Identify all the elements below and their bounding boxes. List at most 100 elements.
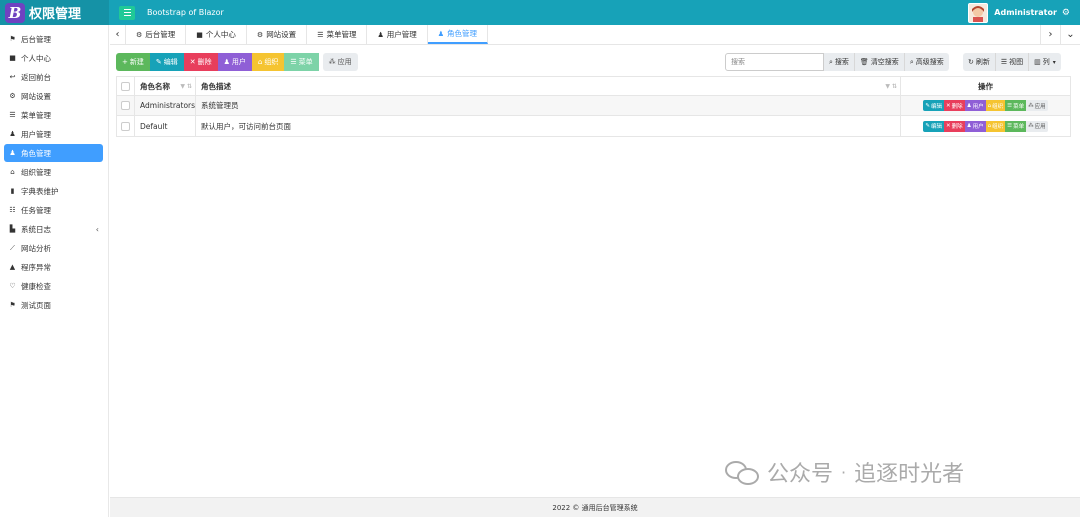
tab-scroll-left-button[interactable]: ‹ xyxy=(110,25,126,44)
sidebar-item-users[interactable]: ♟ 用户管理 xyxy=(4,125,103,143)
search-button[interactable]: ⌕ 搜索 xyxy=(824,53,855,71)
column-header-name[interactable]: 角色名称 ▼ ⇅ xyxy=(135,77,196,95)
row-delete-button[interactable]: ✕ 删除 xyxy=(944,100,965,111)
menu-toggle-button[interactable] xyxy=(119,5,135,20)
row-user-button[interactable]: ♟ 用户 xyxy=(964,100,986,111)
avatar-icon xyxy=(969,3,988,22)
assign-group-button[interactable]: ⌂ 组织 xyxy=(251,53,285,71)
tab-users[interactable]: ♟ 用户管理 xyxy=(367,25,428,44)
filter-icon[interactable]: ▼ xyxy=(885,83,890,90)
edit-icon: ✎ xyxy=(925,102,931,109)
avatar[interactable] xyxy=(968,2,989,23)
watermark: 公众号 · 追逐时光者 xyxy=(723,456,964,488)
filter-icon[interactable]: ▼ xyxy=(180,83,185,90)
row-group-button[interactable]: ⌂ 组织 xyxy=(985,120,1006,132)
sidebar-item-dashboard[interactable]: ⚑ 后台管理 xyxy=(4,30,103,48)
sidebar-item-frontend[interactable]: ↩ 返回前台 xyxy=(4,68,103,86)
row-menu-button[interactable]: ☰ 菜单 xyxy=(1005,100,1027,111)
warning-icon: ▲ xyxy=(9,263,16,271)
line-chart-icon: ⟋ xyxy=(10,243,15,252)
column-header-desc[interactable]: 角色描述 ▼ ⇅ xyxy=(196,77,901,95)
table-row[interactable]: Administrators 系统管理员 ✎ 编辑 ✕ 删除 ♟ 用户 ⌂ 组织 ☰ 菜单… xyxy=(117,96,1070,116)
search-area: 搜索 ⌕ 搜索 🗑 清空搜索 ⌕ 高级搜索 xyxy=(725,53,949,71)
row-menu-button[interactable]: ☰ 菜单 xyxy=(1005,120,1027,132)
bars-icon: ☰ xyxy=(290,58,297,66)
close-icon: ✕ xyxy=(946,102,951,109)
users-icon: ♟ xyxy=(437,29,445,38)
user-icon: ♟ xyxy=(966,102,972,109)
sidebar-item-exceptions[interactable]: ▲ 程序异常 xyxy=(4,258,103,276)
search-input[interactable]: 搜索 xyxy=(725,53,824,71)
tab-menus[interactable]: ☰ 菜单管理 xyxy=(307,25,368,44)
sort-icon[interactable]: ⇅ xyxy=(892,83,897,90)
user-gear-icon[interactable]: ⚙ xyxy=(1062,8,1070,18)
assign-menu-button[interactable]: ☰ 菜单 xyxy=(284,53,319,71)
row-edit-button[interactable]: ✎ 编辑 xyxy=(923,100,945,111)
sidebar-item-analytics[interactable]: ⟋ 网站分析 xyxy=(4,239,103,257)
user-gear-icon: ♟ xyxy=(377,30,384,39)
clear-search-button[interactable]: 🗑 清空搜索 xyxy=(854,53,905,71)
assign-app-button[interactable]: ⁂ 应用 xyxy=(322,53,358,71)
row-edit-button[interactable]: ✎ 编辑 xyxy=(923,120,945,132)
trash-icon: 🗑 xyxy=(859,58,869,66)
chart-icon: ▙ xyxy=(9,225,16,233)
column-header-ops: 操作 xyxy=(978,81,993,91)
sidebar-item-test[interactable]: ⚑ 测试页面 xyxy=(4,296,103,314)
sidebar-item-groups[interactable]: ⌂ 组织管理 xyxy=(4,163,103,181)
tab-settings[interactable]: ⚙ 网站设置 xyxy=(247,25,308,44)
table-row[interactable]: Default 默认用户，可访问前台页面 ✎ 编辑 ✕ 删除 ♟ 用户 ⌂ 组织 ☰ 菜单… xyxy=(117,116,1070,136)
bars-icon: ☰ xyxy=(9,111,16,119)
footer-text: 2022 © 通用后台管理系统 xyxy=(552,503,638,512)
username[interactable]: Administrator xyxy=(994,8,1057,17)
columns-button[interactable]: ▥ 列 ▾ xyxy=(1029,53,1061,71)
plus-icon: + xyxy=(122,58,128,66)
row-checkbox[interactable] xyxy=(121,101,130,110)
role-desc-cell: 默认用户，可访问前台页面 xyxy=(196,116,901,136)
flag-icon: ⚑ xyxy=(9,35,16,43)
advanced-search-button[interactable]: ⌕ 高级搜索 xyxy=(904,53,949,71)
view-button[interactable]: ☰ 视图 xyxy=(995,53,1030,71)
row-delete-button[interactable]: ✕ 删除 xyxy=(944,120,965,132)
sidebar-item-health[interactable]: ♡ 健康检查 xyxy=(4,277,103,295)
row-user-button[interactable]: ♟ 用户 xyxy=(964,120,986,132)
user-gear-icon: ♟ xyxy=(9,130,16,138)
bars-icon: ☰ xyxy=(1007,102,1013,109)
book-icon: ▮ xyxy=(10,187,15,195)
sidebar-item-logs[interactable]: ▙ 系统日志 ‹ xyxy=(4,220,103,238)
brand[interactable]: B 权限管理 xyxy=(0,0,109,25)
row-app-button[interactable]: ⁂ 应用 xyxy=(1026,100,1048,111)
user-icon: ♟ xyxy=(966,123,972,129)
row-app-button[interactable]: ⁂ 应用 xyxy=(1026,120,1048,132)
sidebar-item-tasks[interactable]: ☷ 任务管理 xyxy=(4,201,103,219)
sidebar-item-profile[interactable]: ■ 个人中心 xyxy=(4,49,103,67)
sidebar: ⚑ 后台管理 ■ 个人中心 ↩ 返回前台 ⚙ 网站设置 ☰ 菜单管理 ♟ 用户管理 ♟ 角色管… xyxy=(0,25,109,517)
assign-user-button[interactable]: ♟ 用户 xyxy=(217,53,252,71)
building-icon: ⌂ xyxy=(10,168,15,176)
role-name-cell: Default xyxy=(135,116,196,136)
tab-scroll-right-button[interactable]: › xyxy=(1040,25,1060,44)
tab-profile[interactable]: ■ 个人中心 xyxy=(186,25,247,44)
columns-icon: ▥ xyxy=(1034,58,1041,66)
delete-button[interactable]: ✕ 删除 xyxy=(183,53,218,71)
tab-dropdown-button[interactable]: ⌄ xyxy=(1060,25,1080,44)
refresh-button[interactable]: ↻ 刷新 xyxy=(963,53,996,71)
table-header: 角色名称 ▼ ⇅ 角色描述 ▼ ⇅ 操作 xyxy=(117,77,1070,96)
add-button[interactable]: + 新建 xyxy=(116,53,150,71)
row-checkbox[interactable] xyxy=(121,121,130,131)
sidebar-item-dicts[interactable]: ▮ 字典表维护 xyxy=(4,182,103,200)
cubes-icon: ⁂ xyxy=(1028,123,1034,129)
footer: 2022 © 通用后台管理系统 xyxy=(110,497,1080,517)
select-all-checkbox[interactable] xyxy=(121,81,130,91)
tab-dashboard[interactable]: ⚙ 后台管理 xyxy=(126,25,187,44)
sidebar-item-settings[interactable]: ⚙ 网站设置 xyxy=(4,87,103,105)
edit-button[interactable]: ✎ 编辑 xyxy=(149,53,184,71)
tab-roles[interactable]: ♟ 角色管理 xyxy=(427,25,489,44)
sidebar-item-roles[interactable]: ♟ 角色管理 xyxy=(4,144,103,162)
building-icon: ⌂ xyxy=(987,102,992,109)
gear-icon: ⚙ xyxy=(9,92,16,100)
sidebar-item-menus[interactable]: ☰ 菜单管理 xyxy=(4,106,103,124)
user-icon: ♟ xyxy=(223,58,230,66)
row-group-button[interactable]: ⌂ 组织 xyxy=(985,100,1006,111)
sort-icon[interactable]: ⇅ xyxy=(187,83,192,90)
user-area[interactable]: Administrator ⚙ xyxy=(968,2,1080,23)
